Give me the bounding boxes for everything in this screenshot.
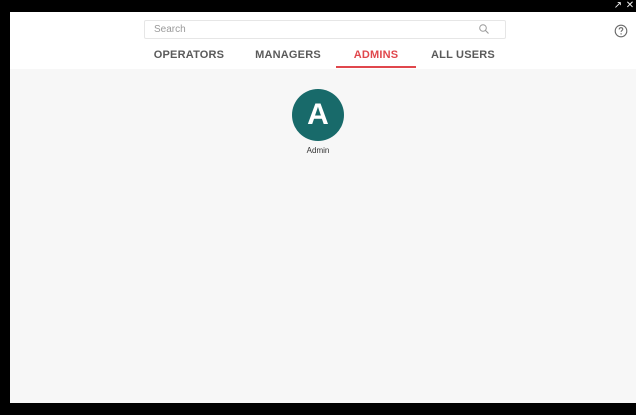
header: OPERATORS MANAGERS ADMINS ALL USERS [10,12,636,69]
tab-operators[interactable]: OPERATORS [150,44,228,68]
help-icon[interactable] [614,24,628,38]
close-icon[interactable]: ✕ [624,0,636,12]
title-bar: ↗ ✕ [0,0,636,12]
search-icon[interactable] [478,23,490,35]
user-grid: A Admin [10,69,636,403]
avatar[interactable]: A [292,89,344,141]
tab-managers[interactable]: MANAGERS [250,44,326,68]
popout-icon[interactable]: ↗ [612,0,624,12]
user-name: Admin [306,146,330,155]
user-tile[interactable]: A Admin [286,89,350,159]
bottom-bar [0,403,636,415]
role-tabs: OPERATORS MANAGERS ADMINS ALL USERS [10,44,636,68]
tab-all-users[interactable]: ALL USERS [426,44,500,68]
search-box[interactable] [144,20,506,39]
search-input[interactable] [145,21,465,38]
app-window: ↗ ✕ OPERATORS MANAGERS ADMINS ALL USER [0,0,636,415]
users-panel: OPERATORS MANAGERS ADMINS ALL USERS A Ad… [10,12,636,403]
tab-admins[interactable]: ADMINS [336,44,416,68]
